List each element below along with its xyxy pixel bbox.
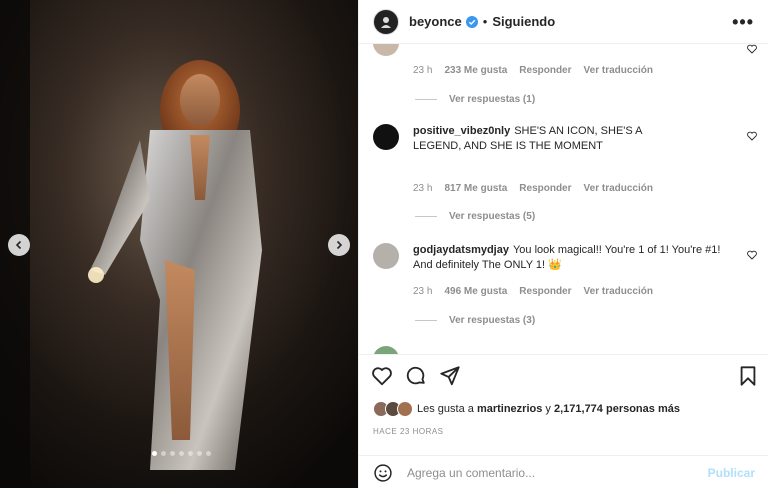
chevron-right-icon <box>336 240 343 250</box>
view-replies-label: Ver respuestas (5) <box>449 211 536 222</box>
share-icon[interactable] <box>439 365 461 387</box>
heart-icon[interactable] <box>747 44 757 54</box>
comment-avatar[interactable] <box>373 243 399 269</box>
carousel-dot <box>206 451 211 456</box>
avatar-image <box>381 16 391 28</box>
likes-user[interactable]: martinezrios <box>477 403 542 415</box>
comment-input[interactable] <box>405 464 708 481</box>
carousel-dot <box>170 451 175 456</box>
heart-icon[interactable] <box>747 250 757 260</box>
author-avatar[interactable] <box>373 8 399 35</box>
more-options-icon[interactable]: ••• <box>732 13 754 31</box>
post-media[interactable] <box>0 0 358 488</box>
post-photo <box>0 0 358 488</box>
carousel-dot <box>179 451 184 456</box>
comment-avatar[interactable] <box>373 346 399 354</box>
post-actions: Les gusta a martinezrios y 2,171,774 per… <box>359 354 768 482</box>
reply-button[interactable]: Responder <box>519 286 571 297</box>
view-replies-label: Ver respuestas (1) <box>449 94 536 105</box>
comment-meta: 23 h 233 Me gusta Responder Ver traducci… <box>413 65 653 76</box>
comment-likes[interactable]: 233 Me gusta <box>444 65 507 76</box>
replies-divider <box>415 216 437 217</box>
comment-username[interactable]: positive_vibez0nly <box>413 125 510 137</box>
comment-time: 23 h <box>413 183 433 194</box>
liker-avatar[interactable] <box>397 401 413 417</box>
heart-icon[interactable] <box>747 131 757 141</box>
comment-body: godjaydatsmydjay You look magical!! You'r… <box>413 243 733 273</box>
liker-avatars <box>373 401 413 417</box>
likes-prefix: Les gusta a <box>417 403 474 415</box>
chevron-left-icon <box>15 240 22 250</box>
likes-others[interactable]: 2,171,774 personas más <box>554 403 680 415</box>
post-modal: beyonce • Siguiendo ••• 23 h 233 Me gust… <box>0 0 768 488</box>
add-comment-bar: Publicar <box>359 455 768 489</box>
heart-icon[interactable] <box>371 365 393 387</box>
comment-avatar[interactable] <box>373 124 399 150</box>
author-username[interactable]: beyonce <box>409 14 462 29</box>
emoji-icon[interactable] <box>373 463 393 483</box>
save-button[interactable] <box>737 365 759 392</box>
translate-button[interactable]: Ver traducción <box>584 65 653 76</box>
post-header: beyonce • Siguiendo ••• <box>359 0 768 44</box>
reply-button[interactable]: Responder <box>519 65 571 76</box>
bookmark-icon <box>740 366 756 386</box>
comment-body: positive_vibez0nly SHE'S AN ICON, SHE'S A… <box>413 124 643 154</box>
reply-button[interactable]: Responder <box>519 183 571 194</box>
header-separator: • <box>482 14 488 29</box>
replies-divider <box>415 99 437 100</box>
comment-avatar[interactable] <box>373 44 399 56</box>
comments-list[interactable]: 23 h 233 Me gusta Responder Ver traducci… <box>359 44 768 354</box>
comment-time: 23 h <box>413 65 433 76</box>
carousel-indicator <box>152 451 211 456</box>
likes-connector: y <box>545 403 551 415</box>
comment-likes[interactable]: 496 Me gusta <box>444 286 507 297</box>
verified-icon <box>465 15 478 28</box>
likes-summary: Les gusta a martinezrios y 2,171,774 per… <box>373 401 680 417</box>
action-icons <box>371 365 461 387</box>
view-replies-label: Ver respuestas (3) <box>449 315 536 326</box>
comment-likes[interactable]: 817 Me gusta <box>444 183 507 194</box>
post-side-panel: beyonce • Siguiendo ••• 23 h 233 Me gust… <box>358 0 768 488</box>
carousel-dot <box>152 451 157 456</box>
translate-button[interactable]: Ver traducción <box>584 183 653 194</box>
carousel-dot <box>188 451 193 456</box>
publish-button[interactable]: Publicar <box>708 466 755 480</box>
comment-username[interactable]: godjaydatsmydjay <box>413 244 509 256</box>
translate-button[interactable]: Ver traducción <box>584 286 653 297</box>
next-slide-button[interactable] <box>328 234 350 256</box>
follow-status-button[interactable]: Siguiendo <box>492 14 555 29</box>
comment-meta: 23 h 496 Me gusta Responder Ver traducci… <box>413 286 653 297</box>
post-timestamp[interactable]: HACE 23 HORAS <box>373 427 444 436</box>
comment-icon[interactable] <box>405 365 427 387</box>
comment-meta: 23 h 817 Me gusta Responder Ver traducci… <box>413 183 653 194</box>
carousel-dot <box>197 451 202 456</box>
view-replies-button[interactable]: Ver respuestas (3) <box>415 315 535 326</box>
view-replies-button[interactable]: Ver respuestas (1) <box>415 94 535 105</box>
view-replies-button[interactable]: Ver respuestas (5) <box>415 211 535 222</box>
replies-divider <box>415 320 437 321</box>
comment-time: 23 h <box>413 286 433 297</box>
carousel-dot <box>161 451 166 456</box>
previous-slide-button[interactable] <box>8 234 30 256</box>
